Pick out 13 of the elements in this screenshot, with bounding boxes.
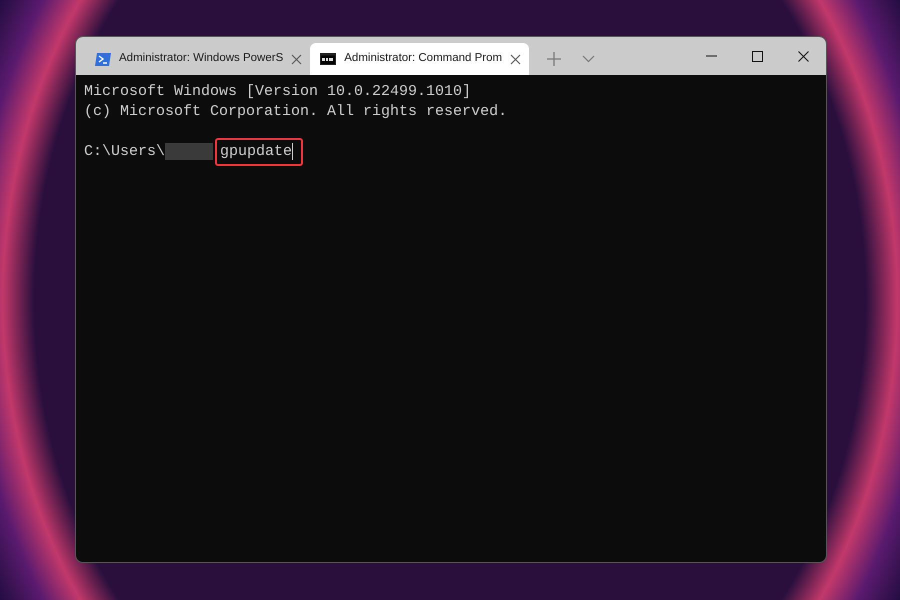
close-icon[interactable]: [291, 54, 302, 64]
redacted-block: [165, 143, 214, 160]
console-line: Microsoft Windows [Version 10.0.22499.1010]: [84, 82, 472, 102]
command-prompt-icon: [320, 53, 336, 65]
terminal-tab[interactable]: Administrator: Command Prom: [310, 43, 530, 75]
tab-title: Administrator: Command Prom: [344, 51, 502, 66]
highlighted-command: gpupdate: [215, 138, 304, 166]
close-icon[interactable]: [510, 54, 522, 64]
powershell-icon: [95, 52, 111, 66]
tab-title: Administrator: Windows PowerS: [119, 51, 284, 66]
terminal-tab[interactable]: Administrator: Windows PowerS: [85, 43, 310, 75]
prompt-path: C:\Users\: [84, 142, 166, 162]
console-line: (c) Microsoft Corporation. All rights reserved.: [84, 102, 508, 121]
